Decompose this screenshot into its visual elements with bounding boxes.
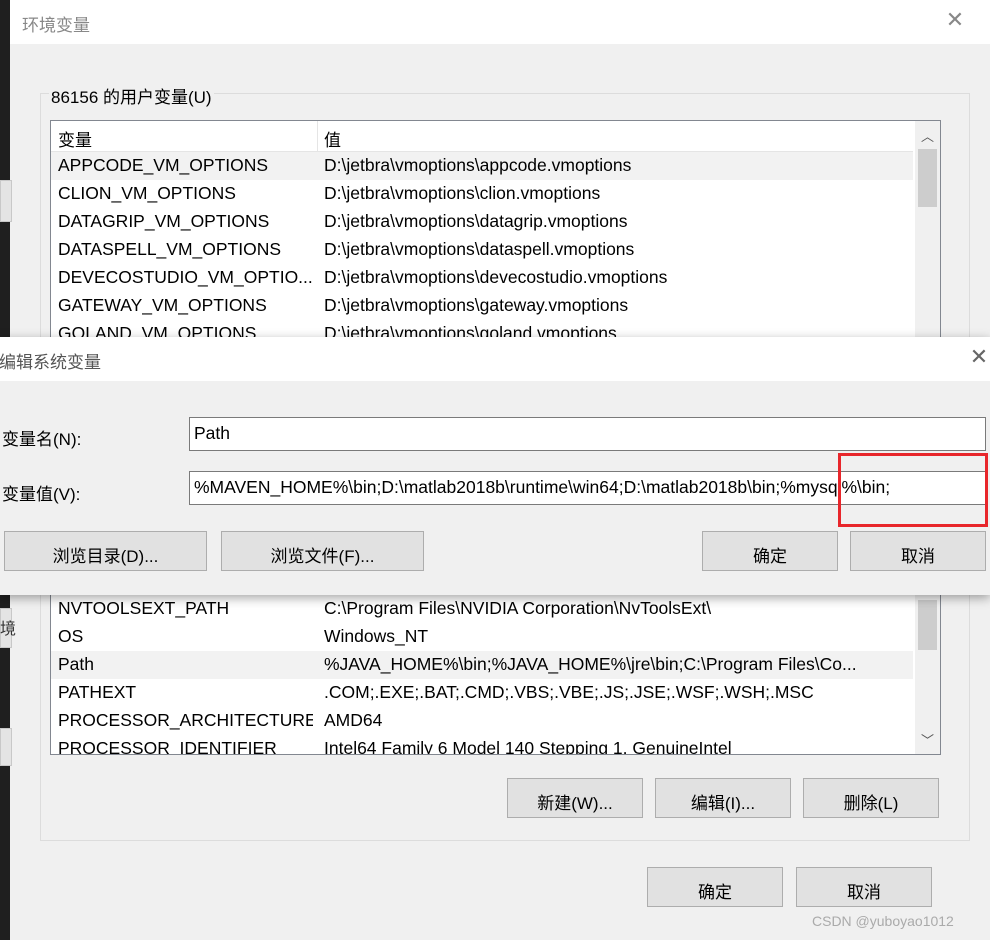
button-label: 编辑(I)... xyxy=(690,794,756,813)
table-row[interactable]: PROCESSOR_IDENTIFIER Intel64 Family 6 Mo… xyxy=(51,735,913,755)
variable-value-label: 变量值(V): xyxy=(2,485,81,504)
var-name: PROCESSOR_ARCHITECTURE xyxy=(58,710,313,730)
table-row[interactable]: PATHEXT .COM;.EXE;.BAT;.CMD;.VBS;.VBE;.J… xyxy=(51,679,913,707)
var-value: D:\jetbra\vmoptions\datagrip.vmoptions xyxy=(324,211,628,231)
env-titlebar: 环境变量 ✕ xyxy=(10,0,990,44)
env-window-title: 环境变量 xyxy=(22,16,90,35)
button-label: 浏览文件(F)... xyxy=(270,547,375,566)
dialog-titlebar: 编辑系统变量 ✕ xyxy=(0,337,990,381)
button-label: 取消 xyxy=(901,547,935,566)
close-icon[interactable]: ✕ xyxy=(944,9,966,31)
var-value: D:\jetbra\vmoptions\appcode.vmoptions xyxy=(324,155,632,175)
var-value: D:\jetbra\vmoptions\clion.vmoptions xyxy=(324,183,601,203)
column-separator[interactable] xyxy=(317,121,318,151)
variable-name-input[interactable]: Path xyxy=(189,417,986,451)
var-name: DATASPELL_VM_OPTIONS xyxy=(58,239,282,259)
table-row[interactable]: OS Windows_NT xyxy=(51,623,913,651)
var-value: D:\jetbra\vmoptions\devecostudio.vmoptio… xyxy=(324,267,668,287)
var-value: C:\Program Files\NVIDIA Corporation\NvTo… xyxy=(324,598,712,618)
button-label: 确定 xyxy=(698,883,732,902)
table-row[interactable]: NVTOOLSEXT_PATH C:\Program Files\NVIDIA … xyxy=(51,595,913,623)
button-label: 取消 xyxy=(847,883,881,902)
var-name: DATAGRIP_VM_OPTIONS xyxy=(58,211,270,231)
dialog-cancel-button[interactable]: 取消 xyxy=(850,531,986,571)
button-label: 浏览目录(D)... xyxy=(52,547,159,566)
button-label: 删除(L) xyxy=(843,794,899,813)
new-variable-button[interactable]: 新建(W)... xyxy=(507,778,643,818)
cancel-button[interactable]: 取消 xyxy=(796,867,932,907)
var-name: GATEWAY_VM_OPTIONS xyxy=(58,295,267,315)
user-vars-list[interactable]: 变量 值 APPCODE_VM_OPTIONS D:\jetbra\vmopti… xyxy=(50,120,941,342)
var-name: CLION_VM_OPTIONS xyxy=(58,183,236,203)
chevron-down-icon[interactable]: ﹀ xyxy=(915,728,940,753)
table-row[interactable]: DEVECOSTUDIO_VM_OPTIO... D:\jetbra\vmopt… xyxy=(51,264,913,292)
var-name: APPCODE_VM_OPTIONS xyxy=(58,155,269,175)
variable-name-label: 变量名(N): xyxy=(2,430,82,449)
table-row[interactable]: APPCODE_VM_OPTIONS D:\jetbra\vmoptions\a… xyxy=(51,152,913,180)
button-label: 新建(W)... xyxy=(537,794,613,813)
var-value: %JAVA_HOME%\bin;%JAVA_HOME%\jre\bin;C:\P… xyxy=(324,654,857,674)
var-value: Intel64 Family 6 Model 140 Stepping 1, G… xyxy=(324,738,732,755)
table-row[interactable]: PROCESSOR_ARCHITECTURE AMD64 xyxy=(51,707,913,735)
vertical-scrollbar[interactable]: ︿ xyxy=(915,121,940,341)
var-name: PROCESSOR_IDENTIFIER xyxy=(58,738,277,755)
close-icon[interactable]: ✕ xyxy=(968,346,990,368)
system-vars-list[interactable]: NVTOOLSEXT_PATH C:\Program Files\NVIDIA … xyxy=(50,594,941,755)
background-control xyxy=(0,180,12,222)
dialog-ok-button[interactable]: 确定 xyxy=(702,531,838,571)
table-row[interactable]: DATASPELL_VM_OPTIONS D:\jetbra\vmoptions… xyxy=(51,236,913,264)
var-value: AMD64 xyxy=(324,710,383,730)
var-name: DEVECOSTUDIO_VM_OPTIO... xyxy=(58,267,313,287)
table-row[interactable]: CLION_VM_OPTIONS D:\jetbra\vmoptions\cli… xyxy=(51,180,913,208)
chevron-up-icon[interactable]: ︿ xyxy=(915,124,940,149)
user-vars-group-label: 86156 的用户变量(U) xyxy=(49,83,214,108)
column-header-name[interactable]: 变量 xyxy=(58,126,92,151)
button-label: 确定 xyxy=(753,547,787,566)
scroll-thumb[interactable] xyxy=(918,600,937,650)
background-control xyxy=(0,728,12,766)
table-row[interactable]: Path %JAVA_HOME%\bin;%JAVA_HOME%\jre\bin… xyxy=(51,651,913,679)
table-row[interactable]: DATAGRIP_VM_OPTIONS D:\jetbra\vmoptions\… xyxy=(51,208,913,236)
var-value: D:\jetbra\vmoptions\gateway.vmoptions xyxy=(324,295,629,315)
var-value: D:\jetbra\vmoptions\dataspell.vmoptions xyxy=(324,239,635,259)
table-row[interactable]: GATEWAY_VM_OPTIONS D:\jetbra\vmoptions\g… xyxy=(51,292,913,320)
list-header: 变量 值 xyxy=(51,121,913,152)
edit-variable-button[interactable]: 编辑(I)... xyxy=(655,778,791,818)
delete-variable-button[interactable]: 删除(L) xyxy=(803,778,939,818)
var-value: .COM;.EXE;.BAT;.CMD;.VBS;.VBE;.JS;.JSE;.… xyxy=(324,682,814,702)
var-name: PATHEXT xyxy=(58,682,137,702)
column-header-value[interactable]: 值 xyxy=(324,126,341,151)
dialog-title: 编辑系统变量 xyxy=(0,353,101,372)
var-name: OS xyxy=(58,626,84,646)
vertical-scrollbar[interactable]: ﹀ xyxy=(915,594,940,754)
browse-file-button[interactable]: 浏览文件(F)... xyxy=(221,531,424,571)
scroll-thumb[interactable] xyxy=(918,149,937,207)
browse-directory-button[interactable]: 浏览目录(D)... xyxy=(4,531,207,571)
var-name: NVTOOLSEXT_PATH xyxy=(58,598,230,618)
var-name: Path xyxy=(58,654,94,674)
watermark: CSDN @yuboyao1012 xyxy=(812,913,954,929)
background-partial-text: 境 xyxy=(0,621,17,638)
var-value: Windows_NT xyxy=(324,626,429,646)
annotation-highlight-box xyxy=(838,453,988,527)
ok-button[interactable]: 确定 xyxy=(647,867,783,907)
